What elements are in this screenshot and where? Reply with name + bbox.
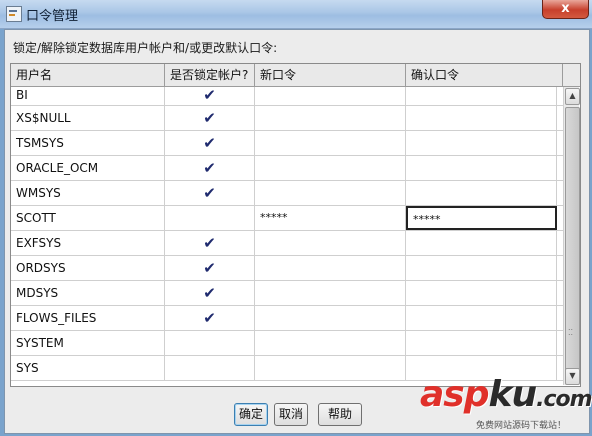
- new-password-field[interactable]: *****: [255, 206, 406, 230]
- close-button[interactable]: x: [542, 0, 589, 19]
- lock-checkbox[interactable]: ✔: [165, 181, 255, 205]
- user-name-cell: FLOWS_FILES: [11, 306, 165, 330]
- new-password-field[interactable]: [255, 356, 406, 380]
- table-row[interactable]: EXFSYS ✔: [11, 231, 563, 256]
- lock-checkbox[interactable]: [165, 356, 255, 380]
- confirm-password-field[interactable]: [406, 306, 557, 330]
- confirm-password-field[interactable]: [406, 256, 557, 280]
- watermark-ku: ku: [488, 374, 538, 415]
- lock-checkbox[interactable]: ✔: [165, 87, 255, 105]
- password-table: 用户名 是否锁定帐户? 新口令 确认口令 BI ✔ XS$NULL ✔ TSMS…: [10, 63, 581, 387]
- table-body: BI ✔ XS$NULL ✔ TSMSYS ✔ ORACLE_OCM ✔ WMS…: [11, 87, 563, 381]
- user-name-cell: SCOTT: [11, 206, 165, 230]
- new-password-field[interactable]: [255, 331, 406, 355]
- column-header-new-password[interactable]: 新口令: [255, 64, 406, 86]
- user-name-cell: BI: [11, 87, 165, 105]
- user-name-cell: ORACLE_OCM: [11, 156, 165, 180]
- user-name-cell: WMSYS: [11, 181, 165, 205]
- new-password-field[interactable]: [255, 256, 406, 280]
- watermark-asp: asp: [420, 374, 489, 415]
- window-title: 口令管理: [26, 9, 79, 24]
- table-header: 用户名 是否锁定帐户? 新口令 确认口令: [11, 64, 580, 87]
- table-row[interactable]: MDSYS ✔: [11, 281, 563, 306]
- column-header-confirm-password[interactable]: 确认口令: [406, 64, 563, 86]
- lock-checkbox[interactable]: ✔: [165, 156, 255, 180]
- confirm-password-field[interactable]: [406, 156, 557, 180]
- confirm-password-field[interactable]: [406, 87, 557, 105]
- column-header-locked[interactable]: 是否锁定帐户?: [165, 64, 255, 86]
- user-name-cell: ORDSYS: [11, 256, 165, 280]
- new-password-field[interactable]: [255, 181, 406, 205]
- watermark-com: com: [543, 387, 592, 412]
- vertical-scrollbar[interactable]: ▲ ⁚⁚ ▼: [563, 87, 580, 385]
- ok-button[interactable]: 确定: [234, 403, 268, 426]
- lock-checkbox[interactable]: ✔: [165, 256, 255, 280]
- table-row[interactable]: SYSTEM: [11, 331, 563, 356]
- new-password-field[interactable]: [255, 131, 406, 155]
- lock-checkbox[interactable]: ✔: [165, 306, 255, 330]
- scroll-up-icon[interactable]: ▲: [565, 88, 580, 105]
- lock-checkbox[interactable]: [165, 331, 255, 355]
- lock-checkbox[interactable]: ✔: [165, 131, 255, 155]
- cancel-button[interactable]: 取消: [274, 403, 308, 426]
- lock-checkbox[interactable]: [165, 206, 255, 230]
- table-row[interactable]: FLOWS_FILES ✔: [11, 306, 563, 331]
- table-row[interactable]: BI ✔: [11, 87, 563, 106]
- lock-checkbox[interactable]: ✔: [165, 281, 255, 305]
- confirm-password-field[interactable]: [406, 331, 557, 355]
- confirm-password-field[interactable]: [406, 131, 557, 155]
- new-password-field[interactable]: [255, 231, 406, 255]
- confirm-password-field[interactable]: [406, 231, 557, 255]
- user-name-cell: TSMSYS: [11, 131, 165, 155]
- confirm-password-field[interactable]: [406, 106, 557, 130]
- confirm-password-field[interactable]: [406, 181, 557, 205]
- confirm-password-field-focused[interactable]: *****: [406, 206, 557, 230]
- table-row[interactable]: XS$NULL ✔: [11, 106, 563, 131]
- user-name-cell: EXFSYS: [11, 231, 165, 255]
- new-password-field[interactable]: [255, 106, 406, 130]
- grip-icon: ⁚⁚: [568, 328, 574, 337]
- lock-checkbox[interactable]: ✔: [165, 106, 255, 130]
- table-row[interactable]: SCOTT ***** *****: [11, 206, 563, 231]
- user-name-cell: SYSTEM: [11, 331, 165, 355]
- lock-checkbox[interactable]: ✔: [165, 231, 255, 255]
- new-password-field[interactable]: [255, 156, 406, 180]
- new-password-field[interactable]: [255, 306, 406, 330]
- user-name-cell: MDSYS: [11, 281, 165, 305]
- title-bar: 口令管理 x: [0, 0, 592, 29]
- watermark-logo: aspku.com 免费网站源码下载站！: [420, 374, 592, 431]
- watermark-tagline: 免费网站源码下载站！: [476, 421, 567, 431]
- table-row[interactable]: TSMSYS ✔: [11, 131, 563, 156]
- user-name-cell: SYS: [11, 356, 165, 380]
- user-name-cell: XS$NULL: [11, 106, 165, 130]
- table-row[interactable]: ORACLE_OCM ✔: [11, 156, 563, 181]
- help-button[interactable]: 帮助: [318, 403, 362, 426]
- table-row[interactable]: ORDSYS ✔: [11, 256, 563, 281]
- table-row[interactable]: WMSYS ✔: [11, 181, 563, 206]
- watermark-brand: aspku.com: [420, 374, 592, 415]
- app-icon: [6, 6, 22, 22]
- confirm-password-field[interactable]: [406, 281, 557, 305]
- scrollbar-thumb[interactable]: ⁚⁚: [565, 107, 580, 371]
- new-password-field[interactable]: [255, 281, 406, 305]
- instruction-text: 锁定/解除锁定数据库用户帐户和/或更改默认口令:: [13, 41, 278, 55]
- column-header-user[interactable]: 用户名: [11, 64, 165, 86]
- new-password-field[interactable]: [255, 87, 406, 105]
